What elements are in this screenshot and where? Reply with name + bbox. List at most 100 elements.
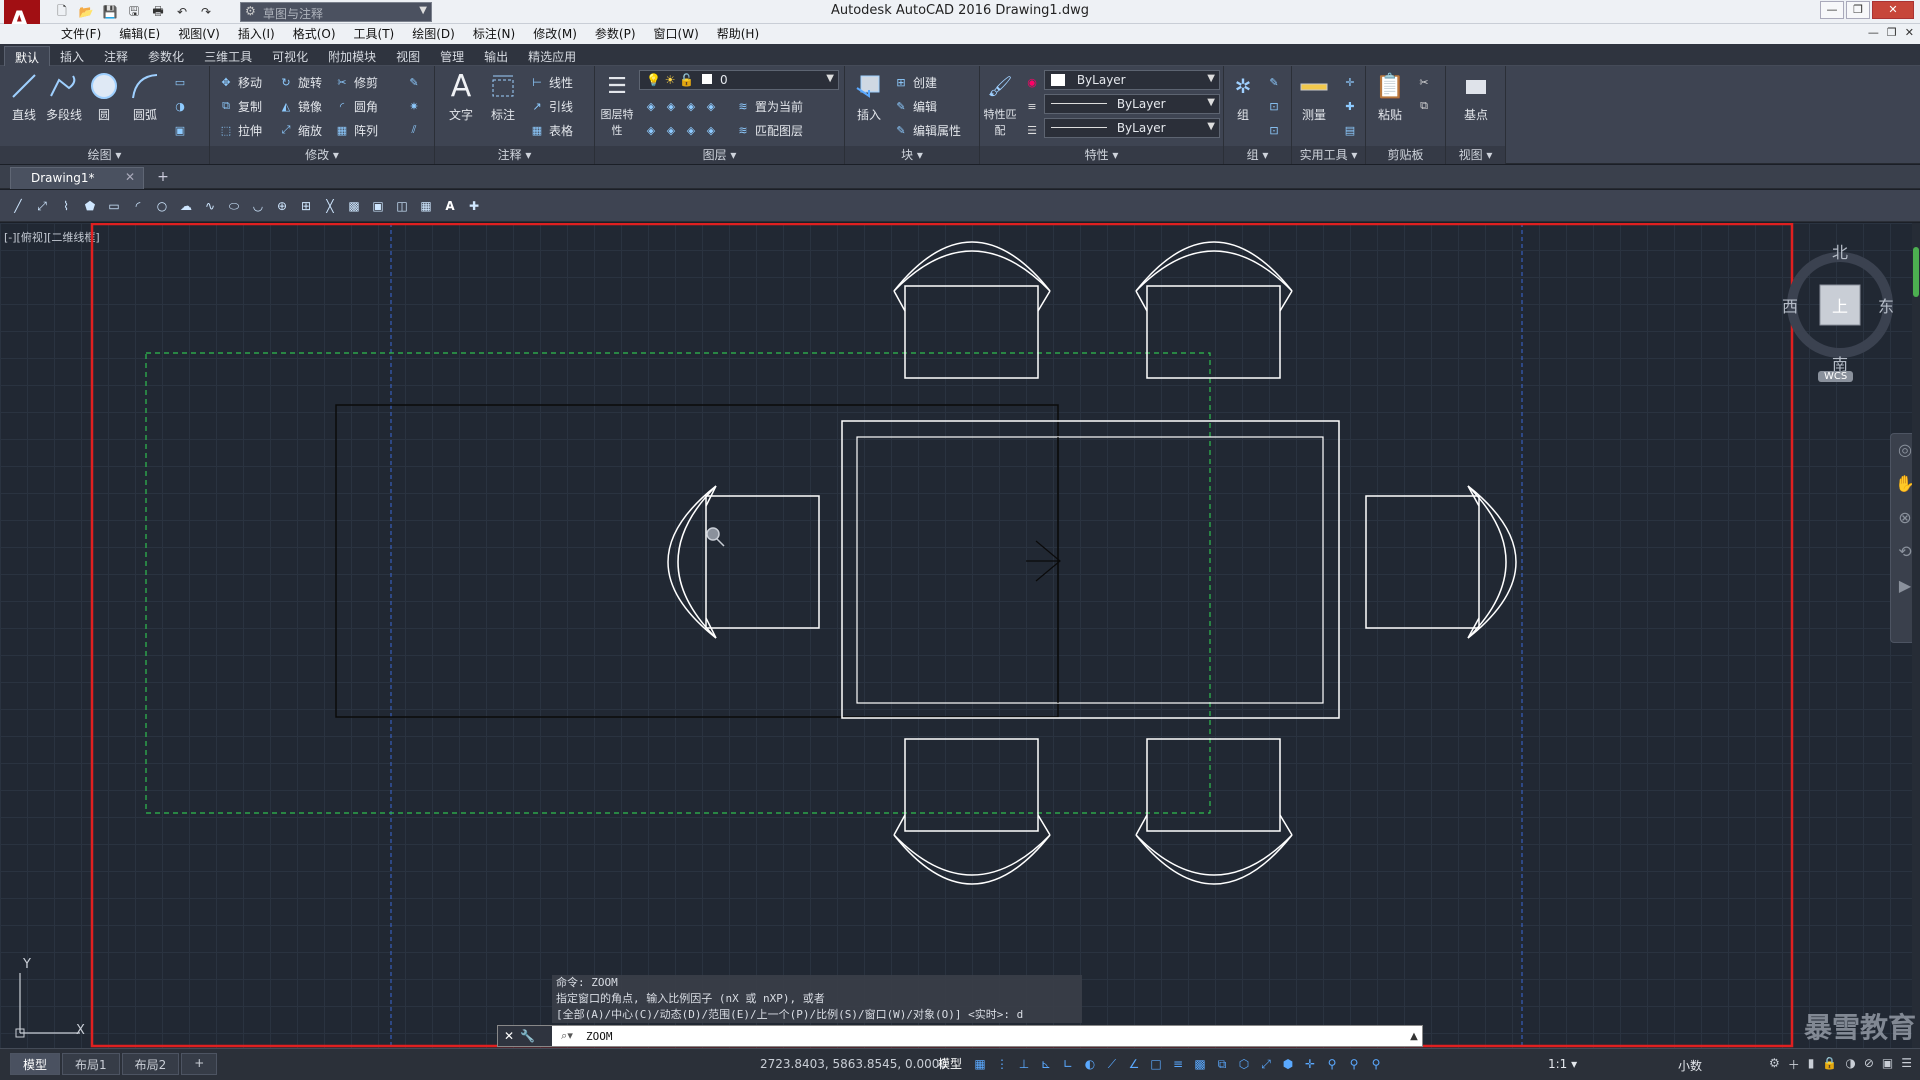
groups-panel-title[interactable]: 组 ▾: [1224, 146, 1291, 164]
group-edit-tool[interactable]: ⊡: [1266, 96, 1282, 116]
view-panel-title[interactable]: 视图 ▾: [1446, 146, 1505, 164]
close-icon[interactable]: ✕: [125, 170, 135, 184]
color-wheel-icon[interactable]: ◉: [1024, 72, 1040, 92]
edit-block-tool[interactable]: ✎ 编辑: [893, 96, 937, 116]
point-id-tool[interactable]: ✛: [1342, 72, 1358, 92]
make-block-icon[interactable]: ⊞: [296, 196, 316, 216]
tab-featured-apps[interactable]: 精选应用: [518, 46, 586, 66]
calculator-tool[interactable]: ▤: [1342, 120, 1358, 140]
layer-tool-row2[interactable]: ◈ ◈ ◈ ◈: [643, 120, 719, 140]
wrench-icon[interactable]: 🔧: [520, 1029, 535, 1043]
vertical-scrollbar[interactable]: [1912, 223, 1920, 1048]
layers-panel-title[interactable]: 图层 ▾: [595, 146, 844, 164]
move-tool[interactable]: ✥ 移动: [218, 72, 262, 92]
minimize-button[interactable]: —: [1820, 1, 1844, 19]
ungroup-tool[interactable]: ✎: [1266, 72, 1282, 92]
cursor-coordinates[interactable]: 2723.8403, 5863.8545, 0.0000: [760, 1057, 947, 1071]
copy-tool[interactable]: ⧉ 复制: [218, 96, 262, 116]
leader-tool[interactable]: ↗ 引线: [529, 96, 573, 116]
line-tool[interactable]: 直线: [4, 70, 44, 123]
layer-dropdown[interactable]: 💡 ☀ 🔓 0 ▼: [639, 70, 839, 90]
polyline-tool[interactable]: 多段线: [44, 70, 84, 123]
insert-block-tool[interactable]: 插入: [849, 70, 889, 123]
table-icon[interactable]: ▦: [416, 196, 436, 216]
stretch-tool[interactable]: ⬚ 拉伸: [218, 120, 262, 140]
quick-properties-icon[interactable]: ▮: [1808, 1056, 1815, 1073]
gizmo-icon[interactable]: ✛: [1302, 1056, 1318, 1072]
construction-line-icon[interactable]: ⤢: [32, 196, 52, 216]
arc-tool[interactable]: 圆弧: [125, 70, 165, 123]
doc-restore-button[interactable]: ❐: [1887, 26, 1897, 39]
viewcube-top-face[interactable]: 上: [1832, 293, 1848, 317]
3d-osnap-icon[interactable]: ⬡: [1236, 1056, 1252, 1072]
rotate-tool[interactable]: ↻ 旋转: [278, 72, 322, 92]
chevron-up-icon[interactable]: ▲: [1406, 1031, 1422, 1042]
menu-window[interactable]: 窗口(W): [645, 26, 708, 42]
menu-modify[interactable]: 修改(M): [524, 26, 586, 42]
ortho-icon[interactable]: ∟: [1060, 1056, 1076, 1072]
selection-cycling-icon[interactable]: ⧉: [1214, 1056, 1230, 1072]
annotation-scale-icon[interactable]: ⚲: [1368, 1056, 1384, 1072]
linetype-icon[interactable]: ≡: [1024, 96, 1040, 116]
properties-panel-title[interactable]: 特性 ▾: [980, 146, 1223, 164]
block-panel-title[interactable]: 块 ▾: [845, 146, 979, 164]
gear-icon[interactable]: ⚙: [1769, 1056, 1780, 1073]
close-icon[interactable]: ✕: [504, 1029, 514, 1043]
menu-tools[interactable]: 工具(T): [345, 26, 404, 42]
add-icon[interactable]: ＋: [1788, 1056, 1800, 1073]
region-icon[interactable]: ◫: [392, 196, 412, 216]
selection-filter-icon[interactable]: ⬢: [1280, 1056, 1296, 1072]
viewcube[interactable]: 北 南 东 西 上 WCS: [1782, 239, 1894, 382]
scale-tool[interactable]: ⤢ 缩放: [278, 120, 322, 140]
lock-ui-icon[interactable]: 🔒: [1822, 1056, 1837, 1073]
id-point-tool[interactable]: ✚: [1342, 96, 1358, 116]
snap-icon[interactable]: ⋮: [994, 1056, 1010, 1072]
linear-dim-tool[interactable]: ⊢ 线性: [529, 72, 573, 92]
annotation-scale[interactable]: 1:1 ▾: [1548, 1057, 1577, 1071]
hatch-icon[interactable]: ▩: [344, 196, 364, 216]
tab-model[interactable]: 模型: [10, 1053, 61, 1075]
layer-properties-tool[interactable]: ☰ 图层特性: [599, 70, 635, 138]
restore-button[interactable]: ❐: [1846, 1, 1870, 19]
erase-tool[interactable]: ✎: [406, 72, 422, 92]
polar-icon[interactable]: ◐: [1082, 1056, 1098, 1072]
circle-icon[interactable]: ○: [152, 196, 172, 216]
line-icon[interactable]: ╱: [8, 196, 28, 216]
dynamic-input-icon[interactable]: ⊾: [1038, 1056, 1054, 1072]
menu-view[interactable]: 视图(V): [169, 26, 229, 42]
clean-screen-icon[interactable]: ▣: [1882, 1056, 1893, 1073]
tab-home[interactable]: 默认: [4, 46, 51, 66]
arc-icon[interactable]: ◜: [128, 196, 148, 216]
tab-layout2[interactable]: 布局2: [121, 1053, 180, 1075]
tab-insert[interactable]: 插入: [50, 46, 94, 66]
modify-panel-title[interactable]: 修改 ▾: [210, 146, 434, 164]
color-dropdown[interactable]: ByLayer ▼: [1044, 70, 1220, 90]
compass-north[interactable]: 北: [1832, 239, 1848, 263]
text-tool[interactable]: A 文字: [441, 69, 481, 123]
add-selected-icon[interactable]: ✚: [464, 196, 484, 216]
close-button[interactable]: ✕: [1872, 1, 1914, 19]
group-tool[interactable]: ✲ 组: [1226, 70, 1260, 123]
tab-addins[interactable]: 附加模块: [318, 46, 386, 66]
paste-tool[interactable]: 📋 粘贴: [1370, 70, 1410, 123]
match-layer-tool[interactable]: ≋ 匹配图层: [735, 120, 803, 140]
tab-3d-tools[interactable]: 三维工具: [194, 46, 262, 66]
tab-annotate[interactable]: 注释: [94, 46, 138, 66]
add-layout-button[interactable]: +: [181, 1053, 218, 1075]
compass-east[interactable]: 东: [1878, 293, 1894, 317]
edit-attributes-tool[interactable]: ✎ 编辑属性: [893, 120, 961, 140]
tab-manage[interactable]: 管理: [430, 46, 474, 66]
units-display[interactable]: 小数: [1678, 1057, 1702, 1074]
transparency-icon[interactable]: ▩: [1192, 1056, 1208, 1072]
recent-commands-icon[interactable]: ⌕▾: [552, 1029, 582, 1043]
menu-parametric[interactable]: 参数(P): [586, 26, 645, 42]
clipboard-panel-title[interactable]: 剪贴板: [1366, 146, 1445, 164]
explode-tool[interactable]: ✷: [406, 96, 422, 116]
match-properties-tool[interactable]: 🖌 特性匹配: [982, 70, 1018, 138]
create-block-tool[interactable]: ⊞ 创建: [893, 72, 937, 92]
menu-help[interactable]: 帮助(H): [708, 26, 768, 42]
customization-icon[interactable]: ☰: [1901, 1056, 1912, 1073]
menu-format[interactable]: 格式(O): [284, 26, 345, 42]
base-point-tool[interactable]: 基点: [1456, 70, 1496, 123]
menu-edit[interactable]: 编辑(E): [110, 26, 169, 42]
